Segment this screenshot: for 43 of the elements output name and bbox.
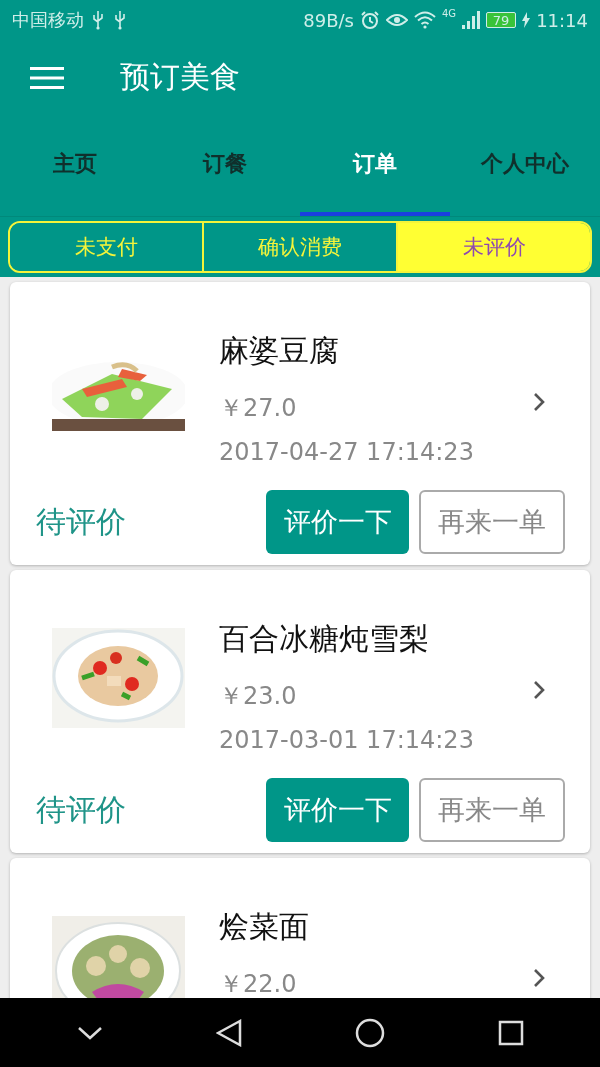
chevron-right-icon[interactable] xyxy=(532,968,546,988)
network-speed: 89B/s xyxy=(303,9,354,31)
charging-icon xyxy=(522,12,531,28)
review-button[interactable]: 评价一下 xyxy=(266,490,409,554)
recents-icon[interactable] xyxy=(497,1020,524,1046)
nav-tab[interactable]: 主页 xyxy=(0,115,150,216)
hide-keyboard-icon[interactable] xyxy=(76,1025,103,1041)
home-icon[interactable] xyxy=(354,1018,385,1048)
dish-price: ￥27.0 xyxy=(219,393,298,424)
usb-icon xyxy=(112,10,128,30)
alarm-icon xyxy=(360,10,380,30)
order-status: 待评价 xyxy=(36,790,127,829)
order-time: 2017-04-27 17:14:23 xyxy=(219,437,475,468)
dish-name: 麻婆豆腐 xyxy=(219,332,340,370)
battery-level: 79 xyxy=(486,12,517,28)
eye-icon xyxy=(386,12,408,28)
order-status: 待评价 xyxy=(36,502,127,541)
wifi-icon xyxy=(414,11,436,29)
network-type: 4G xyxy=(442,8,457,19)
reorder-button[interactable]: 再来一单 xyxy=(419,490,565,554)
menu-icon[interactable] xyxy=(30,65,64,90)
order-card[interactable]: 烩菜面 ￥22.0 xyxy=(10,858,590,998)
order-time: 2017-03-01 17:14:23 xyxy=(219,725,475,756)
filter-tab[interactable]: 未评价 xyxy=(396,223,590,271)
signal-icon xyxy=(462,11,481,29)
dish-name: 百合冰糖炖雪梨 xyxy=(219,620,430,658)
nav-tab[interactable]: 订餐 xyxy=(150,115,300,216)
clock-time: 11:14 xyxy=(536,9,588,31)
dish-price: ￥22.0 xyxy=(219,969,298,998)
reorder-button[interactable]: 再来一单 xyxy=(419,778,565,842)
usb-icon xyxy=(90,10,106,30)
nav-tab[interactable]: 订单 xyxy=(300,115,450,216)
order-card[interactable]: 百合冰糖炖雪梨 ￥23.0 2017-03-01 17:14:23 待评价 评价一下 再来一单 xyxy=(10,570,590,853)
dish-name: 烩菜面 xyxy=(219,908,310,946)
app-title: 预订美食 xyxy=(120,58,240,96)
carrier-name: 中国移动 xyxy=(12,8,84,32)
nav-tab[interactable]: 个人中心 xyxy=(450,115,600,216)
chevron-right-icon[interactable] xyxy=(532,680,546,700)
back-icon[interactable] xyxy=(215,1019,242,1047)
order-card[interactable]: 麻婆豆腐 ￥27.0 2017-04-27 17:14:23 待评价 评价一下 再来一单 xyxy=(10,282,590,565)
review-button[interactable]: 评价一下 xyxy=(266,778,409,842)
dish-price: ￥23.0 xyxy=(219,681,298,712)
chevron-right-icon[interactable] xyxy=(532,392,546,412)
